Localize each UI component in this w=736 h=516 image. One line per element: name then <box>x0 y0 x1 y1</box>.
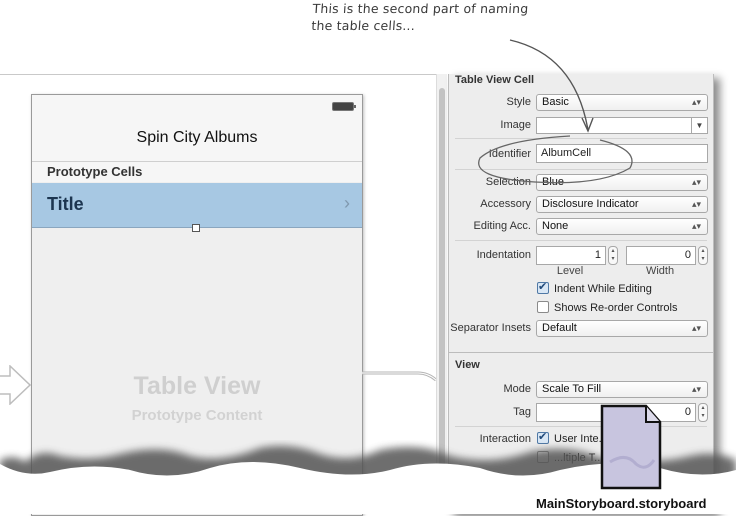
updown-arrows-icon: ▴▾ <box>691 177 701 187</box>
annotation-note: This is the second part of naming the ta… <box>311 0 573 34</box>
segue-connector <box>362 371 437 382</box>
view-section-title: View <box>455 359 480 371</box>
shows-reorder-label: Shows Re-order Controls <box>554 302 678 314</box>
file-name-label: MainStoryboard.storyboard <box>536 496 707 511</box>
cell-title-label: Title <box>47 194 84 214</box>
indentation-width-value: 0 <box>684 249 691 261</box>
battery-icon <box>332 102 356 111</box>
dropdown-arrow-icon[interactable]: ▼ <box>691 118 707 133</box>
shows-reorder-checkbox[interactable]: Shows Re-order Controls <box>537 301 678 314</box>
indent-while-editing-checkbox[interactable]: Indent While Editing <box>537 280 652 295</box>
selection-label: Selection <box>485 176 531 188</box>
tag-stepper[interactable]: ▴ ▾ <box>698 403 708 422</box>
resize-handle[interactable] <box>192 224 200 232</box>
image-combo[interactable]: ▼ <box>536 117 708 134</box>
updown-arrows-icon: ▴▾ <box>691 97 701 107</box>
prototype-cells-header: Prototype Cells <box>32 162 362 182</box>
annotation-line-2: the table cells... <box>310 18 416 33</box>
section-divider <box>449 352 713 353</box>
indentation-level-field[interactable]: 1 <box>536 246 606 265</box>
prototype-cell[interactable]: Title › <box>32 183 362 228</box>
editing-acc-value: None <box>542 220 569 232</box>
indentation-level-stepper[interactable]: ▴ ▾ <box>608 246 618 265</box>
selection-popup[interactable]: Blue ▴▾ <box>536 174 708 191</box>
checkbox-checked-icon[interactable] <box>537 280 549 294</box>
document-icon <box>600 404 662 490</box>
divider <box>455 169 707 170</box>
editing-acc-popup[interactable]: None ▴▾ <box>536 218 708 235</box>
accessory-label: Accessory <box>480 198 531 210</box>
accessory-popup[interactable]: Disclosure Indicator ▴▾ <box>536 196 708 213</box>
table-view-placeholder-title: Table View <box>133 372 261 400</box>
prototype-cells-label: Prototype Cells <box>47 164 143 179</box>
width-label: Width <box>645 265 675 277</box>
updown-arrows-icon: ▴▾ <box>691 221 701 231</box>
scrollbar-thumb[interactable] <box>439 88 445 488</box>
updown-arrows-icon: ▴▾ <box>691 384 701 394</box>
separator-insets-popup[interactable]: Default ▴▾ <box>536 320 708 337</box>
mode-popup[interactable]: Scale To Fill ▴▾ <box>536 381 708 398</box>
chevron-right-icon: › <box>344 193 350 213</box>
table-view-placeholder-subtitle: Prototype Content <box>131 407 263 424</box>
indentation-label: Indentation <box>476 249 531 261</box>
checkbox-unchecked-icon[interactable] <box>537 301 549 313</box>
image-label: Image <box>500 119 531 131</box>
indentation-level-value: 1 <box>594 249 601 261</box>
identifier-label: Identifier <box>488 148 531 160</box>
identifier-value: AlbumCell <box>541 147 592 159</box>
level-label: Level <box>556 265 584 277</box>
editing-acc-label: Editing Acc. <box>473 220 531 232</box>
annotation-line-1: This is the second part of naming <box>312 1 529 16</box>
style-popup[interactable]: Basic ▴▾ <box>536 94 708 111</box>
tag-label: Tag <box>513 406 531 418</box>
style-value: Basic <box>542 96 569 108</box>
indentation-width-field[interactable]: 0 <box>626 246 696 265</box>
updown-arrows-icon: ▴▾ <box>691 323 701 333</box>
indent-while-editing-label: Indent While Editing <box>554 283 652 295</box>
accessory-value: Disclosure Indicator <box>542 198 639 210</box>
separator-insets-value: Default <box>542 322 577 334</box>
identifier-field[interactable]: AlbumCell <box>536 144 708 163</box>
navigation-bar[interactable]: Spin City Albums <box>32 95 362 162</box>
divider <box>455 240 707 241</box>
divider <box>455 426 707 427</box>
updown-arrows-icon: ▴▾ <box>691 199 701 209</box>
indentation-width-stepper[interactable]: ▴ ▾ <box>698 246 708 265</box>
divider <box>455 138 707 139</box>
selection-value: Blue <box>542 176 565 188</box>
entry-point-arrow-icon <box>0 365 32 405</box>
separator-insets-label: Separator Insets <box>450 322 531 334</box>
navigation-title: Spin City Albums <box>136 129 258 146</box>
style-label: Style <box>506 96 531 108</box>
tag-value: 0 <box>684 406 691 418</box>
mode-label: Mode <box>503 383 531 395</box>
mode-value: Scale To Fill <box>542 383 602 395</box>
table-view-cell-section-title: Table View Cell <box>455 74 535 86</box>
